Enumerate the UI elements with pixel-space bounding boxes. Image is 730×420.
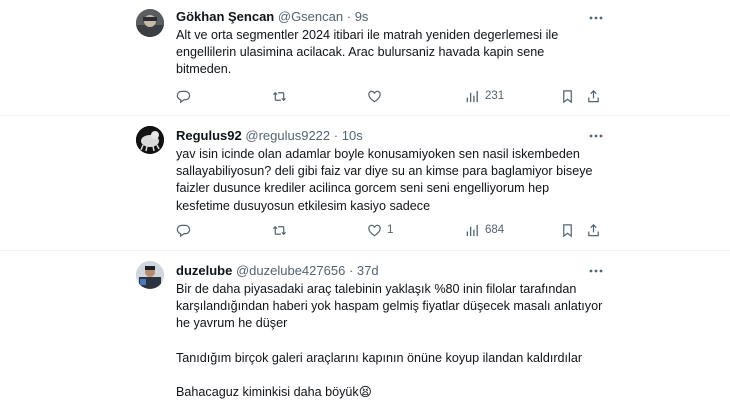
reply-icon [176,90,191,103]
bookmark-button[interactable] [560,88,575,104]
author-handle[interactable]: @regulus9222 [245,128,330,143]
author-handle[interactable]: @duzelube427656 [236,263,345,278]
heart-icon [368,224,381,236]
tweet-text: Bir de daha piyasadaki araç talebinin ya… [176,282,603,400]
tweet[interactable]: Regulus92 @regulus9222 · 10s yav isin ic… [0,116,730,251]
tweet-text: yav isin icinde olan adamlar boyle konus… [176,147,593,213]
timestamp[interactable]: 37d [357,263,379,278]
share-icon [588,89,599,102]
avatar[interactable] [136,9,164,37]
more-options-icon[interactable] [588,128,604,144]
views-chart-icon [466,90,478,102]
reply-button[interactable] [176,222,196,238]
retweet-icon [272,225,287,235]
bookmark-icon [563,223,572,237]
reply-icon [176,224,191,237]
like-count: 1 [387,224,394,236]
views-count: 231 [485,90,505,102]
separator-dot: · [333,128,339,143]
separator-dot: · [348,263,354,278]
retweet-button[interactable] [272,222,292,238]
avatar-photo-icon [136,9,164,37]
separator-dot: · [346,9,352,24]
avatar-photo-icon [136,261,164,289]
tweet[interactable]: Gökhan Şencan @Gsencan · 9s Alt ve orta … [0,0,730,116]
bookmark-button[interactable] [560,222,575,238]
heart-icon [368,90,381,102]
avatar[interactable] [136,261,164,289]
bookmark-icon [563,89,572,103]
like-button[interactable] [367,88,387,104]
timestamp[interactable]: 10s [342,128,363,143]
more-options-icon[interactable] [588,10,604,26]
author-name[interactable]: Regulus92 [176,128,242,143]
views-button[interactable]: 231 [465,88,504,104]
like-button[interactable]: 1 [367,222,393,238]
author-name[interactable]: duzelube [176,263,232,278]
views-button[interactable]: 684 [465,222,504,238]
tweet-text: Alt ve orta segmentler 2024 itibari ile … [176,28,559,77]
more-options-icon[interactable] [588,263,604,279]
timeline-feed: Gökhan Şencan @Gsencan · 9s Alt ve orta … [0,0,730,420]
retweet-button[interactable] [272,88,292,104]
timestamp[interactable]: 9s [355,9,369,24]
share-button[interactable] [586,88,601,104]
share-button[interactable] [586,222,601,238]
avatar[interactable] [136,126,164,154]
author-handle[interactable]: @Gsencan [278,9,343,24]
share-icon [588,223,599,236]
views-count: 684 [485,224,505,236]
avatar-photo-icon [136,126,164,154]
views-chart-icon [466,224,478,236]
retweet-icon [272,91,287,101]
reply-button[interactable] [176,88,196,104]
author-name[interactable]: Gökhan Şencan [176,9,274,24]
tweet[interactable]: duzelube @duzelube427656 · 37d Bir de da… [0,251,730,420]
